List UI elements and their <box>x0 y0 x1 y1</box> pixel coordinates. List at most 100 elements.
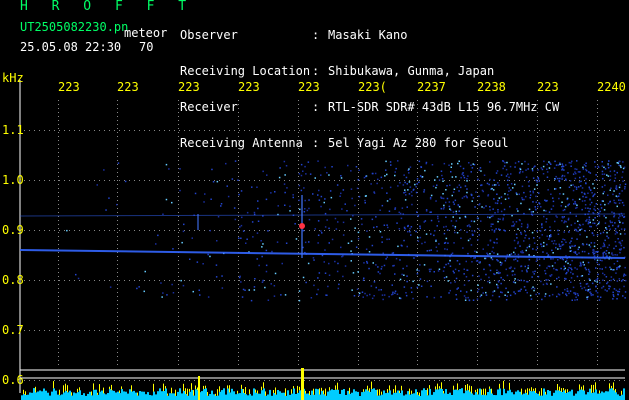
noise-pixel <box>498 197 501 199</box>
noise-pixel <box>495 172 498 174</box>
noise-pixel <box>546 243 548 246</box>
noise-pixel <box>438 220 440 223</box>
x-grid-dot <box>178 184 179 185</box>
y-grid-dot <box>44 380 45 381</box>
noise-pixel <box>380 268 383 270</box>
noise-pixel <box>358 195 361 198</box>
noise-pixel <box>554 160 556 163</box>
noise-pixel <box>613 190 615 192</box>
level-bar <box>501 395 503 400</box>
y-grid-dot <box>239 230 240 231</box>
noise-pixel <box>202 263 204 265</box>
level-trace <box>99 384 100 392</box>
x-grid-dot <box>537 248 538 249</box>
noise-pixel <box>589 246 592 248</box>
level-trace <box>111 384 112 391</box>
x-grid-dot <box>238 340 239 341</box>
noise-pixel <box>289 205 291 208</box>
x-grid-dot <box>238 132 239 133</box>
x-grid-dot <box>597 284 598 285</box>
noise-pixel <box>609 266 611 269</box>
x-grid-dot <box>58 316 59 317</box>
level-bar <box>213 394 215 400</box>
level-bar <box>425 390 427 400</box>
y-grid-dot <box>434 130 435 131</box>
y-grid-dot <box>504 280 505 281</box>
noise-pixel <box>610 276 613 278</box>
y-grid-dot <box>49 380 50 381</box>
x-grid-dot <box>597 100 598 101</box>
x-grid-dot <box>537 364 538 365</box>
noise-pixel <box>593 255 596 257</box>
noise-pixel <box>609 189 611 191</box>
noise-pixel <box>546 267 548 269</box>
noise-pixel <box>612 291 614 294</box>
x-grid-dot <box>238 312 239 313</box>
noise-pixel <box>530 298 533 300</box>
noise-pixel <box>487 244 489 246</box>
y-grid-dot <box>579 330 580 331</box>
noise-pixel <box>317 160 319 162</box>
noise-pixel <box>582 223 584 226</box>
level-bar <box>379 395 381 400</box>
y-grid-dot <box>469 130 470 131</box>
y-grid-dot <box>399 380 400 381</box>
noise-pixel <box>579 171 581 173</box>
y-grid-dot <box>54 230 55 231</box>
noise-pixel <box>233 207 236 209</box>
noise-pixel <box>326 219 328 221</box>
noise-pixel <box>265 270 268 273</box>
x-grid-dot <box>358 144 359 145</box>
noise-pixel <box>204 193 206 195</box>
level-bar <box>73 392 75 400</box>
noise-pixel <box>423 264 426 266</box>
noise-pixel <box>554 178 557 180</box>
y-grid-dot <box>244 280 245 281</box>
x-grid-dot <box>58 120 59 121</box>
noise-pixel <box>599 232 602 235</box>
noise-pixel <box>342 189 345 191</box>
noise-pixel <box>491 250 493 253</box>
y-grid-dot <box>409 330 410 331</box>
noise-pixel <box>602 192 604 195</box>
y-grid-dot <box>479 130 480 131</box>
level-trace <box>293 386 294 389</box>
noise-pixel <box>581 287 583 290</box>
x-grid-dot <box>358 212 359 213</box>
level-bar <box>331 389 333 400</box>
level-trace <box>215 393 216 396</box>
y-grid-dot <box>594 130 595 131</box>
noise-pixel <box>328 174 330 176</box>
level-bar <box>419 396 421 400</box>
y-grid-dot <box>424 380 425 381</box>
y-grid-dot <box>184 130 185 131</box>
noise-pixel <box>466 178 468 180</box>
x-grid-dot <box>417 340 418 341</box>
noise-pixel <box>586 282 589 285</box>
level-bar <box>41 391 43 400</box>
y-grid-dot <box>459 230 460 231</box>
noise-pixel <box>466 191 468 194</box>
noise-pixel <box>340 246 342 249</box>
noise-pixel <box>407 230 409 233</box>
noise-pixel <box>604 289 606 291</box>
y-grid-dot <box>529 280 530 281</box>
noise-pixel <box>251 186 253 188</box>
y-grid-dot <box>559 380 560 381</box>
noise-pixel <box>596 277 599 280</box>
noise-pixel <box>497 209 499 211</box>
noise-pixel <box>403 226 406 229</box>
noise-pixel <box>417 240 420 242</box>
noise-pixel <box>480 170 482 172</box>
noise-pixel <box>180 279 182 282</box>
level-bar <box>335 389 337 400</box>
noise-pixel <box>603 173 606 175</box>
x-grid-dot <box>298 180 299 181</box>
x-grid-dot <box>298 324 299 325</box>
noise-pixel <box>342 221 345 224</box>
noise-pixel <box>502 217 504 220</box>
noise-pixel <box>585 162 587 164</box>
y-grid-dot <box>269 380 270 381</box>
x-grid-dot <box>358 204 359 205</box>
x-grid-dot <box>58 228 59 229</box>
